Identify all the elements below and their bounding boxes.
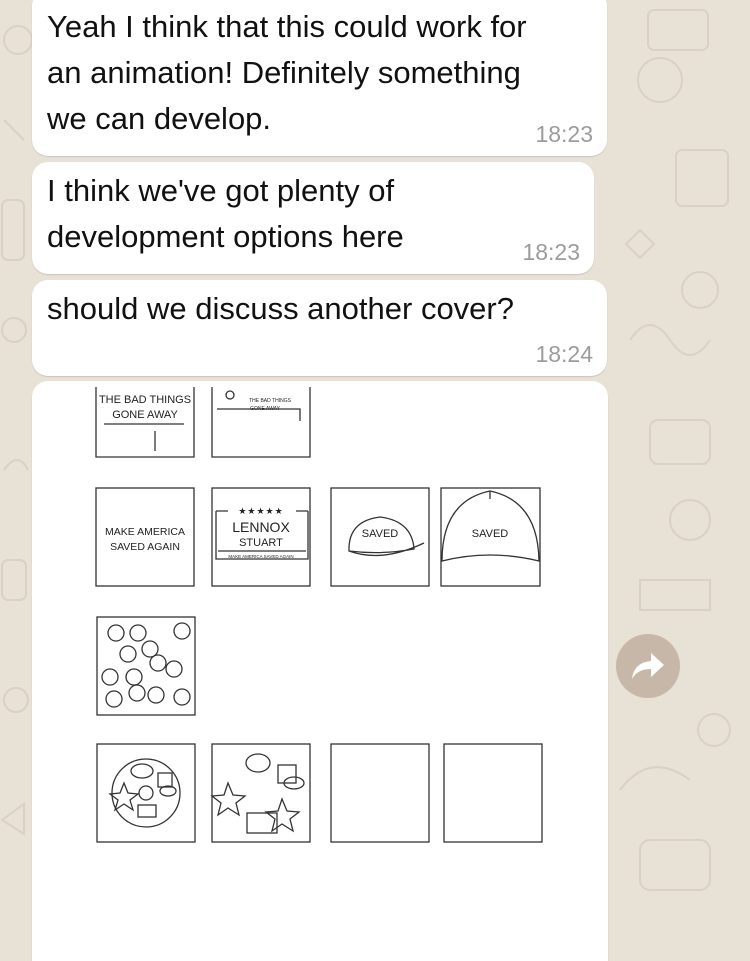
sketch-label: SAVED AGAIN xyxy=(110,541,180,553)
message-text: I think we've got plenty of development … xyxy=(47,173,404,254)
sketch-label: GONE AWAY xyxy=(112,409,178,421)
message-text: Yeah I think that this could work for an… xyxy=(47,9,527,136)
message-timestamp: 18:23 xyxy=(522,239,580,265)
sketch-box xyxy=(330,743,430,843)
message-bubble-2[interactable]: I think we've got plenty of development … xyxy=(32,162,594,274)
message-timestamp: 18:24 xyxy=(535,341,593,367)
smiley-doodles xyxy=(101,622,191,708)
sketch-box xyxy=(443,743,543,843)
forward-button[interactable] xyxy=(616,634,680,698)
sketch-label: THE BAD THINGS xyxy=(99,394,191,406)
sketch-label: GONE AWAY xyxy=(250,406,280,412)
sketch-label: THE BAD THINGS xyxy=(249,398,292,404)
forward-arrow-icon xyxy=(632,653,664,679)
sketch-label: LENNOX xyxy=(232,519,290,535)
sketch-label: ★★★★★ xyxy=(238,506,283,516)
sketch-label: SAVED xyxy=(472,528,509,540)
message-timestamp: 18:23 xyxy=(535,121,593,147)
sketch-label: MAKE AMERICA SAVED AGAIN xyxy=(228,554,293,559)
message-text: should we discuss another cover? xyxy=(47,291,514,326)
sketch-label: MAKE AMERICA xyxy=(105,526,185,538)
sketch-sheet-image: THE BAD THINGS GONE AWAY THE BAD THINGS … xyxy=(95,387,543,843)
sketch-box xyxy=(211,743,311,843)
sketch-label: STUART xyxy=(239,537,283,549)
sketch-label: SAVED xyxy=(362,528,399,540)
image-message[interactable]: THE BAD THINGS GONE AWAY THE BAD THINGS … xyxy=(32,381,608,961)
message-bubble-3[interactable]: should we discuss another cover? 18:24 xyxy=(32,280,607,376)
message-bubble-1[interactable]: Yeah I think that this could work for an… xyxy=(32,0,607,156)
